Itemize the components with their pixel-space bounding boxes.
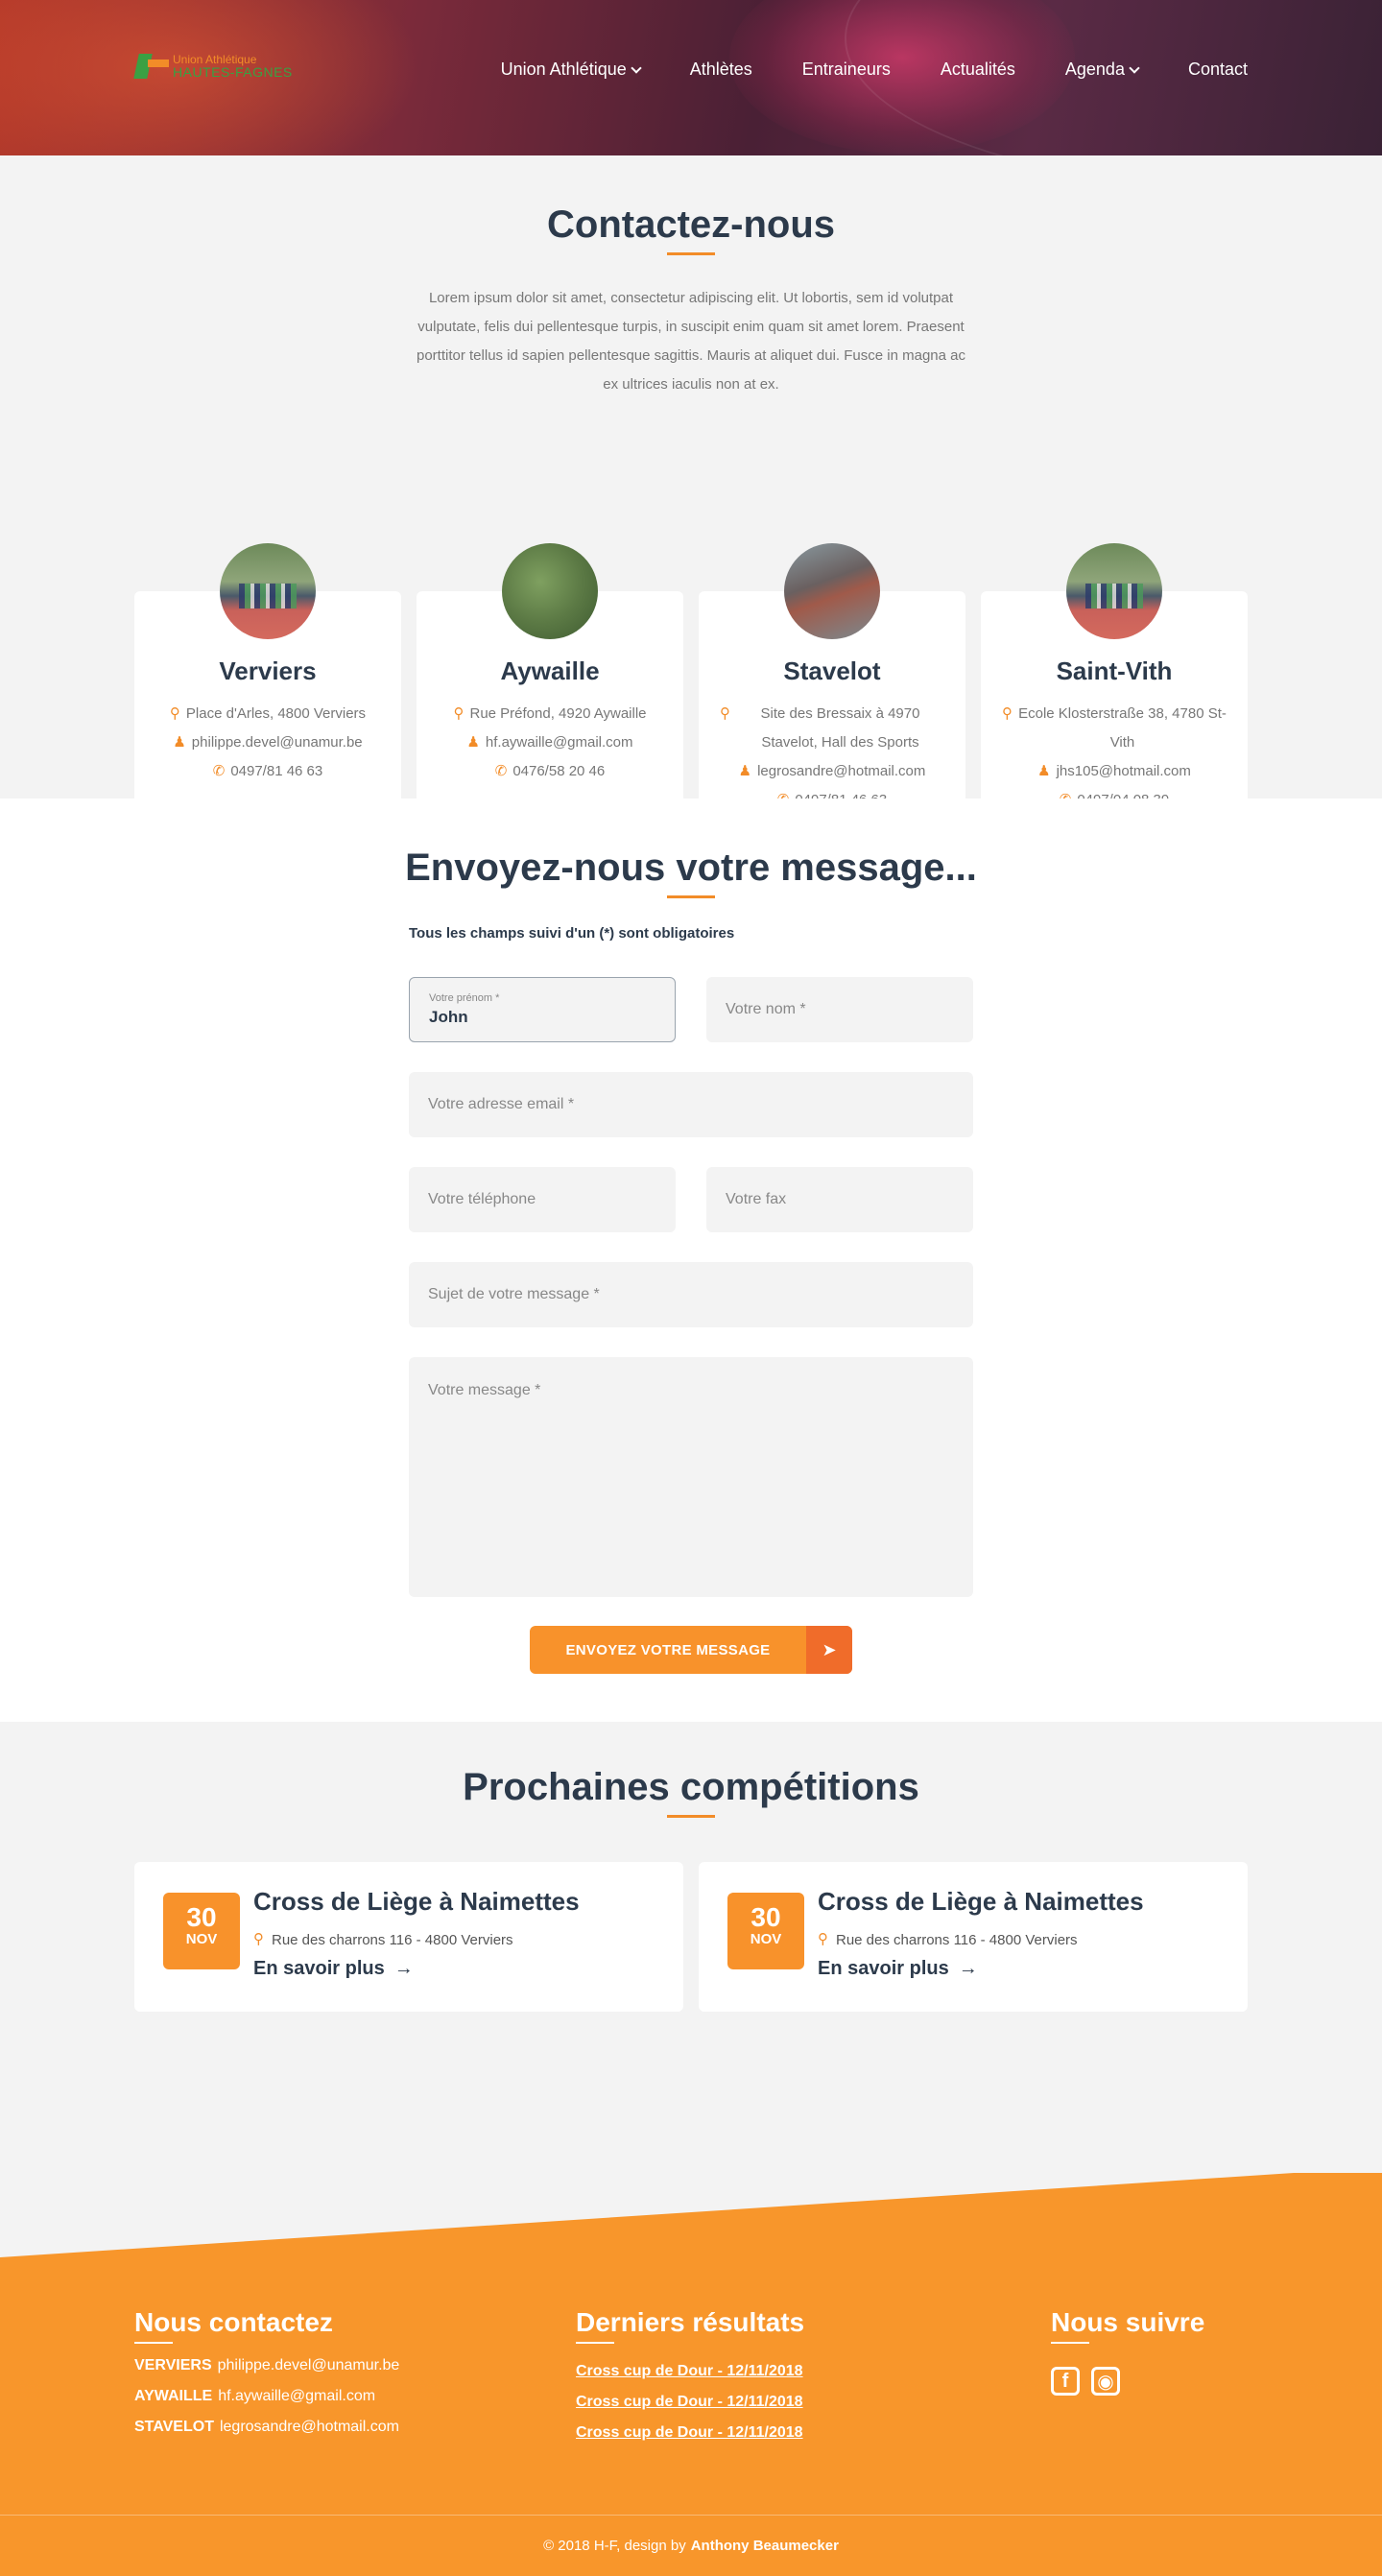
arrow-right-icon: → [958,1958,978,1979]
title-underline [667,252,715,255]
required-note: Tous les champs suivi d'un (*) sont obli… [409,925,735,942]
club-photo [1066,543,1162,639]
email-field[interactable]: Votre adresse email * [409,1072,973,1137]
nav-item-athletes[interactable]: Athlètes [690,60,752,80]
footer-social: Nous suivre f ◉ [1051,2307,1204,2396]
read-more-link[interactable]: En savoir plus → [253,1958,414,1980]
club-name: Verviers [219,656,317,685]
footer-contact-title: Nous contactez [134,2307,333,2337]
map-pin-icon: ⚲ [1002,705,1013,722]
user-icon: ♟ [1037,763,1051,779]
nav-item-agenda[interactable]: Agenda [1065,60,1140,80]
main-nav: Union Athlétique Athlètes Entraineurs Ac… [501,60,1248,80]
competition-card: 30 NOV Cross de Liège à Naimettes ⚲ Rue d… [699,1862,1248,2012]
copyright: © 2018 H-F, design by Anthony Beaumecker [0,2515,1382,2576]
instagram-icon[interactable]: ◉ [1091,2367,1120,2396]
club-photo [784,543,880,639]
club-photo [502,543,598,639]
title-underline [667,895,715,898]
competition-card: 30 NOV Cross de Liège à Naimettes ⚲ Rue d… [134,1862,683,2012]
page-title: Contactez-nous [547,203,835,246]
competitions-title: Prochaines compétitions [463,1766,919,1808]
footer-results: Derniers résultats Cross cup de Dour - 1… [576,2307,804,2442]
send-message-button[interactable]: ENVOYEZ VOTRE MESSAGE ➤ [530,1626,852,1674]
map-pin-icon: ⚲ [253,1931,264,1947]
facebook-icon[interactable]: f [1051,2367,1080,2396]
result-link[interactable]: Cross cup de Dour - 12/11/2018 [576,2424,804,2442]
logo-mark-icon [133,52,169,81]
site-logo[interactable]: Union Athlétique HAUTES-FAGNES [133,52,293,81]
nav-item-actualites[interactable]: Actualités [941,60,1015,80]
map-pin-icon: ⚲ [453,705,465,722]
club-email[interactable]: jhs105@hotmail.com [1057,757,1191,786]
competition-address: ⚲ Rue des charrons 116 - 4800 Verviers [818,1925,1078,1954]
nav-item-union-athletique[interactable]: Union Athlétique [501,60,642,80]
map-pin-icon: ⚲ [818,1931,828,1947]
intro-text: Lorem ipsum dolor sit amet, consectetur … [417,290,965,393]
club-phone[interactable]: 0476/58 20 46 [512,757,605,786]
map-pin-icon: ⚲ [169,705,180,722]
competition-title: Cross de Liège à Naimettes [253,1887,580,1916]
competition-title: Cross de Liège à Naimettes [818,1887,1144,1916]
club-address: Ecole Klosterstraße 38, 4780 St-Vith [1018,705,1227,751]
site-footer: Nous contactez VERVIERS philippe.devel@un… [0,2173,1382,2576]
club-email[interactable]: hf.aywaille@gmail.com [486,728,633,757]
chevron-down-icon [631,61,642,74]
footer-results-title: Derniers résultats [576,2307,805,2337]
map-pin-icon: ⚲ [720,705,730,722]
club-email[interactable]: legrosandre@hotmail.com [757,757,925,786]
date-badge: 30 NOV [727,1893,804,1969]
firstname-value: John [429,1008,468,1026]
phone-icon: ✆ [494,763,508,779]
nav-item-entraineurs[interactable]: Entraineurs [802,60,891,80]
phone-field[interactable]: Votre téléphone [409,1167,676,1232]
competitions-section: Prochaines compétitions 30 NOV Cross de … [0,1722,1382,2173]
club-address: Place d'Arles, 4800 Verviers [185,705,367,722]
footer-contact-row: AYWAILLE hf.aywaille@gmail.com [134,2388,376,2404]
result-link[interactable]: Cross cup de Dour - 12/11/2018 [576,2394,804,2411]
read-more-link[interactable]: En savoir plus → [818,1958,978,1980]
club-name: Stavelot [783,656,881,685]
subject-field[interactable]: Sujet de votre message * [409,1262,973,1327]
phone-icon: ✆ [212,763,226,779]
message-textarea[interactable]: Votre message * [409,1357,973,1597]
lastname-field[interactable]: Votre nom * [706,977,973,1042]
date-badge: 30 NOV [163,1893,240,1969]
user-icon: ♟ [173,734,186,751]
club-email[interactable]: philippe.devel@unamur.be [192,728,363,757]
club-address: Rue Préfond, 4920 Aywaille [469,705,647,722]
club-address: Site des Bressaix à 4970 Stavelot, Hall … [760,705,920,751]
result-link[interactable]: Cross cup de Dour - 12/11/2018 [576,2363,804,2380]
competition-address: ⚲ Rue des charrons 116 - 4800 Verviers [253,1925,513,1954]
paper-plane-icon: ➤ [806,1626,852,1674]
footer-contact-row: STAVELOT legrosandre@hotmail.com [134,2419,399,2435]
designer-name: Anthony Beaumecker [690,2538,839,2554]
message-section: Envoyez-nous votre message... Tous les c… [0,799,1382,1722]
club-phone[interactable]: 0497/81 46 63 [230,757,322,786]
club-name: Aywaille [500,656,600,685]
firstname-field[interactable]: Votre prénom * John [409,977,676,1042]
logo-line2: HAUTES-FAGNES [173,64,293,80]
footer-contact: Nous contactez VERVIERS philippe.devel@un… [134,2307,399,2436]
firstname-label: Votre prénom * [429,992,500,1004]
title-underline [667,1815,715,1818]
send-message-label: ENVOYEZ VOTRE MESSAGE [565,1641,771,1658]
club-photo [220,543,316,639]
footer-follow-title: Nous suivre [1051,2307,1205,2337]
arrow-right-icon: → [393,1958,414,1979]
chevron-down-icon [1129,61,1140,74]
contact-section: Contactez-nous Lorem ipsum dolor sit ame… [0,155,1382,904]
user-icon: ♟ [466,734,480,751]
competition-list: 30 NOV Cross de Liège à Naimettes ⚲ Rue d… [134,1862,1248,2012]
user-icon: ♟ [738,763,752,779]
site-header: Union Athlétique HAUTES-FAGNES Union Ath… [0,0,1382,155]
footer-contact-row: VERVIERS philippe.devel@unamur.be [134,2357,400,2373]
nav-item-contact[interactable]: Contact [1188,60,1248,80]
fax-field[interactable]: Votre fax [706,1167,973,1232]
message-title: Envoyez-nous votre message... [405,847,977,889]
club-name: Saint-Vith [1056,656,1173,685]
